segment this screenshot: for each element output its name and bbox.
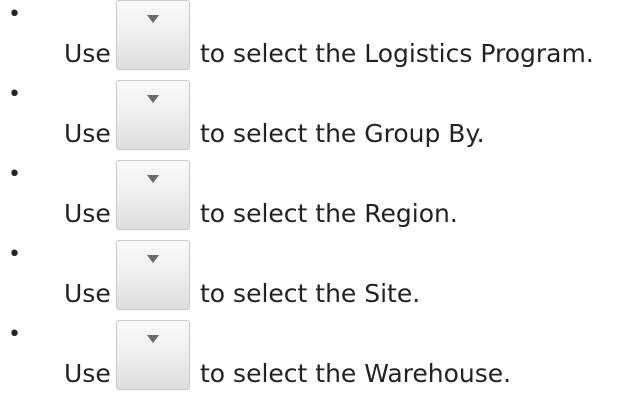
bullet: • [8,242,21,267]
chevron-down-icon [147,15,159,23]
list-item-group-by: • Use to select the Group By. [0,80,634,152]
chevron-down-icon [147,95,159,103]
instruction-text: to select the Logistics Program. [200,39,594,68]
use-label: Use [64,39,111,68]
dropdown-button[interactable] [116,320,190,390]
instruction-text: to select the Site. [200,279,421,308]
chevron-down-icon [147,255,159,263]
instruction-text: to select the Group By. [200,119,485,148]
use-label: Use [64,359,111,388]
dropdown-button[interactable] [116,160,190,230]
dropdown-button[interactable] [116,0,190,70]
dropdown-button[interactable] [116,240,190,310]
use-label: Use [64,279,111,308]
instruction-text: to select the Region. [200,199,458,228]
dropdown-button[interactable] [116,80,190,150]
use-label: Use [64,199,111,228]
bullet: • [8,322,21,347]
bullet: • [8,82,21,107]
bullet: • [8,162,21,187]
list-item-region: • Use to select the Region. [0,160,634,232]
bullet: • [8,2,21,27]
list-item-warehouse: • Use to select the Warehouse. [0,320,634,392]
list-item-logistics-program: • Use to select the Logistics Program. [0,0,634,72]
list-item-site: • Use to select the Site. [0,240,634,312]
instruction-text: to select the Warehouse. [200,359,512,388]
chevron-down-icon [147,335,159,343]
use-label: Use [64,119,111,148]
chevron-down-icon [147,175,159,183]
